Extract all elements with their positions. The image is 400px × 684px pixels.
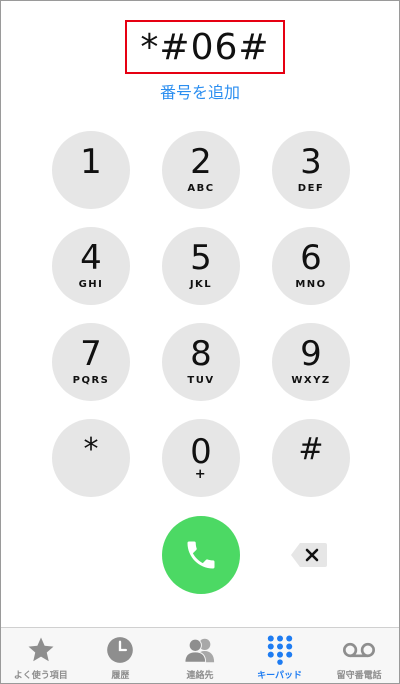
key-9[interactable]: 9 WXYZ: [272, 323, 350, 401]
key-letters: DEF: [297, 183, 325, 194]
key-hash[interactable]: #: [272, 419, 350, 497]
key-0[interactable]: 0 +: [162, 419, 240, 497]
key-letters: ABC: [187, 183, 215, 194]
key-digit: 1: [80, 142, 102, 182]
tab-label: 留守番電話: [336, 671, 382, 681]
tab-bar: よく使う項目 履歴 連絡先 キーパッド 留守番電話: [1, 627, 399, 683]
key-7[interactable]: 7 PQRS: [52, 323, 130, 401]
tab-keypad[interactable]: キーパッド: [240, 628, 320, 683]
key-digit: 7: [80, 334, 102, 374]
key-2[interactable]: 2 ABC: [162, 131, 240, 209]
key-letters: GHI: [78, 279, 104, 290]
phone-icon: [187, 541, 215, 569]
key-4[interactable]: 4 GHI: [52, 227, 130, 305]
tab-recents[interactable]: 履歴: [81, 628, 161, 683]
tab-label: 連絡先: [186, 671, 214, 681]
tab-voicemail[interactable]: 留守番電話: [319, 628, 399, 683]
key-digit: 6: [300, 238, 322, 278]
keypad-icon: [264, 634, 296, 666]
add-number-link[interactable]: 番号を追加: [1, 79, 399, 103]
key-letters: PQRS: [72, 375, 110, 386]
key-letters: JKL: [189, 279, 213, 290]
tab-label: 履歴: [111, 671, 130, 681]
key-3[interactable]: 3 DEF: [272, 131, 350, 209]
key-digit: 9: [300, 334, 322, 374]
tab-label: キーパッド: [257, 671, 303, 681]
key-letters: WXYZ: [291, 375, 331, 386]
backspace-icon: [291, 543, 327, 567]
key-digit: 4: [80, 238, 102, 278]
key-5[interactable]: 5 JKL: [162, 227, 240, 305]
key-1[interactable]: 1: [52, 131, 130, 209]
tab-label: よく使う項目: [13, 671, 68, 681]
dialed-number-display: *#06#: [125, 20, 285, 74]
star-icon: [25, 634, 57, 666]
backspace-button[interactable]: [290, 542, 328, 568]
key-digit: 3: [300, 142, 322, 182]
key-digit: #: [298, 432, 324, 467]
key-star[interactable]: *: [52, 419, 130, 497]
tab-contacts[interactable]: 連絡先: [160, 628, 240, 683]
contacts-icon: [184, 634, 216, 666]
clock-icon: [104, 634, 136, 666]
phone-dialer-screen: *#06# 番号を追加 1 2 ABC 3 DEF 4 GHI 5 JKL 6 …: [0, 0, 400, 684]
call-button[interactable]: [162, 516, 240, 594]
key-digit: 8: [190, 334, 212, 374]
key-letters: +: [194, 467, 208, 482]
key-letters: MNO: [295, 279, 327, 290]
voicemail-icon: [343, 634, 376, 666]
key-8[interactable]: 8 TUV: [162, 323, 240, 401]
key-6[interactable]: 6 MNO: [272, 227, 350, 305]
tab-favorites[interactable]: よく使う項目: [1, 628, 81, 683]
key-digit: 0: [190, 432, 212, 472]
key-digit: 5: [190, 238, 212, 278]
key-digit: *: [83, 432, 99, 467]
key-letters: TUV: [187, 375, 215, 386]
dialed-number: *#06#: [140, 26, 270, 68]
key-digit: 2: [190, 142, 212, 182]
